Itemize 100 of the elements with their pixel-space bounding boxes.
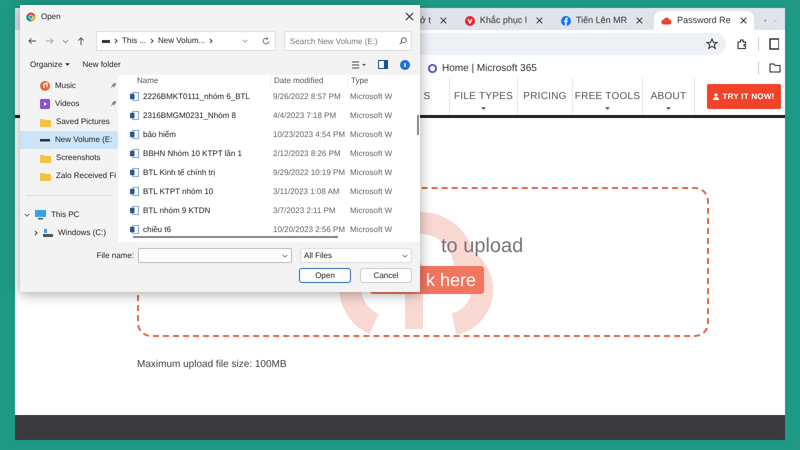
breadcrumb-item[interactable]: This ... [122, 35, 146, 47]
sidebar-item[interactable]: New Volume (E: [20, 131, 118, 149]
dialog-button[interactable]: Open [299, 268, 351, 283]
folder-icon [40, 172, 51, 180]
tab-title: Password Re [677, 14, 731, 27]
file-name-field[interactable] [138, 248, 292, 263]
horizontal-scrollbar[interactable] [133, 236, 338, 238]
file-type: Microsoft W [349, 166, 394, 178]
chevron-down-icon[interactable] [282, 254, 288, 258]
sidebar-item[interactable]: Saved Pictures [20, 113, 118, 131]
word-document-icon [130, 92, 139, 101]
file-type: Microsoft W [349, 204, 394, 216]
sidebar-item[interactable]: This PC [20, 206, 118, 224]
file-date: 2/12/2023 8:26 PM [272, 148, 342, 160]
folder-icon[interactable] [769, 63, 781, 73]
try-it-now-button[interactable]: TRY IT NOW! [707, 84, 781, 109]
browser-tab[interactable]: Password Re [654, 11, 754, 30]
back-arrow-icon[interactable] [28, 37, 37, 45]
view-list-icon[interactable] [352, 60, 366, 68]
nav-link[interactable]: ABOUT [643, 78, 695, 115]
close-icon[interactable] [440, 17, 447, 24]
browser-logo-icon [26, 12, 36, 22]
pin-icon[interactable] [110, 101, 116, 107]
pin-icon[interactable] [110, 83, 116, 89]
file-type-dropdown[interactable]: All Files [300, 248, 412, 263]
up-arrow-icon[interactable] [77, 36, 85, 46]
file-type: Microsoft W [349, 90, 394, 102]
sidebar-item[interactable]: Zalo Received Fi [20, 167, 118, 185]
file-name[interactable]: bảo hiểm [143, 128, 176, 140]
address-breadcrumb[interactable]: This ... New Volum... [96, 31, 276, 51]
expand-chevron-icon[interactable] [34, 230, 38, 236]
tab-title: Khắc phục l [480, 14, 527, 27]
file-name[interactable]: 2316BMGM0231_Nhóm 8 [143, 110, 236, 122]
file-date: 10/23/2023 4:54 PM [272, 128, 346, 140]
chevron-right-icon[interactable] [114, 38, 118, 44]
cloud-icon [661, 16, 672, 25]
file-name[interactable]: BTL KTPT nhóm 10 [143, 186, 214, 198]
search-field[interactable]: Search New Volume (E:) [284, 31, 412, 51]
browser-tab[interactable]: ở t [413, 11, 454, 30]
expand-chevron-icon[interactable] [24, 212, 30, 217]
chevron-right-icon[interactable] [209, 38, 214, 44]
help-icon[interactable] [400, 60, 410, 70]
file-type: Microsoft W [349, 128, 394, 140]
file-date: 3/11/2023 1:08 AM [272, 186, 341, 198]
f-logo-icon [560, 16, 571, 26]
word-document-icon [130, 187, 139, 196]
file-date: 9/29/2022 10:19 PM [272, 166, 346, 178]
chevron-down-icon[interactable] [402, 254, 408, 258]
sidebar-item[interactable]: Music [20, 77, 118, 95]
nav-link[interactable]: FILE TYPES [450, 78, 518, 115]
file-type: Microsoft W [349, 110, 394, 122]
word-document-icon [130, 111, 139, 120]
max-file-size-note: Maximum upload file size: 100MB [137, 358, 287, 372]
toolbar-button[interactable]: Organize [30, 58, 70, 70]
file-date: 10/20/2023 2:56 PM [272, 224, 346, 236]
nav-link[interactable]: FREE TOOLS [573, 78, 643, 115]
chevron-right-icon[interactable] [150, 38, 154, 44]
drive-icon [40, 138, 50, 142]
file-name[interactable]: BTL nhóm 9 KTDN [143, 204, 210, 216]
file-type: Microsoft W [349, 186, 394, 198]
close-icon[interactable] [536, 17, 543, 24]
refresh-icon[interactable] [262, 37, 270, 45]
toolbar-button[interactable]: New folder [82, 58, 121, 70]
window-icon[interactable] [769, 38, 779, 50]
dialog-title: Open [41, 10, 62, 22]
sidebar-item[interactable]: Screenshots [20, 149, 118, 167]
file-name[interactable]: BTL Kinh tế chính trị [143, 166, 216, 178]
sidebar-item[interactable]: Windows (C:) [20, 224, 118, 242]
chevron-down-icon[interactable] [242, 39, 248, 43]
file-name[interactable]: BBHN Nhóm 10 KTPT lần 1 [143, 148, 242, 160]
close-icon[interactable] [405, 12, 414, 21]
drive-icon [43, 228, 53, 237]
word-document-icon [130, 206, 139, 215]
monitor-icon [35, 210, 46, 220]
browser-tab[interactable]: Tiến Lên MR [554, 11, 650, 30]
bookmark-link[interactable]: Home | Microsoft 365 [428, 60, 537, 76]
dialog-button[interactable]: Cancel [360, 268, 412, 283]
extensions-icon[interactable] [736, 38, 748, 50]
caret-down-icon [666, 107, 671, 110]
folder-icon [40, 154, 51, 162]
file-name[interactable]: chiều t6 [143, 224, 172, 236]
upload-prompt: to upload [441, 234, 524, 259]
column-header[interactable]: Type [347, 75, 397, 87]
browser-tab[interactable]: Khắc phục l [458, 11, 550, 30]
close-icon[interactable] [636, 17, 644, 24]
vertical-scrollbar[interactable] [417, 115, 419, 135]
column-header[interactable]: Name [130, 75, 270, 87]
file-date: 3/7/2023 2:11 PM [272, 204, 337, 216]
search-icon[interactable] [399, 37, 407, 45]
column-header[interactable]: Date modified [270, 75, 347, 87]
file-type: Microsoft W [349, 148, 394, 160]
preview-pane-icon[interactable] [378, 60, 388, 69]
breadcrumb-item[interactable]: New Volum... [158, 35, 206, 47]
music-icon [40, 81, 50, 91]
star-icon[interactable] [706, 38, 718, 50]
sidebar-item[interactable]: Videos [20, 95, 118, 113]
file-name[interactable]: 2226BMKT0111_nhóm 6_BTL [143, 90, 250, 102]
close-icon[interactable] [740, 17, 747, 24]
nav-link[interactable]: PRICING [518, 78, 573, 115]
chevron-down-icon[interactable] [62, 38, 69, 44]
